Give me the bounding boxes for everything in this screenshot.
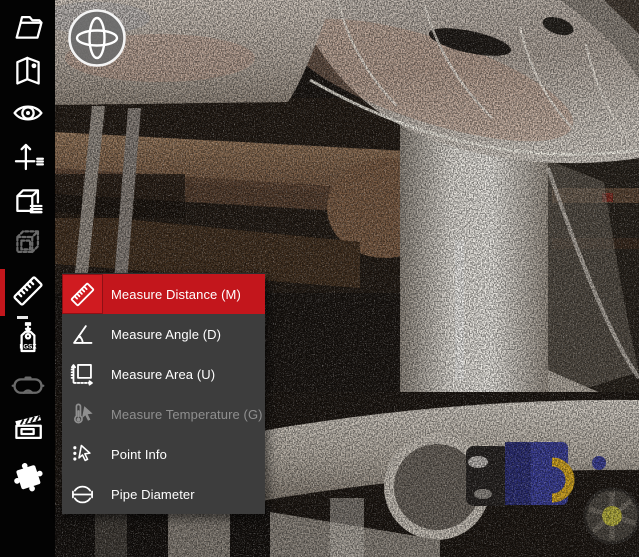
menu-item-label: Measure Temperature (G) xyxy=(111,407,263,422)
menu-item-label: Pipe Diameter xyxy=(111,487,195,502)
menu-item-point-info[interactable]: Point Info xyxy=(62,434,265,474)
cube-list-icon[interactable] xyxy=(10,183,46,219)
open-book-icon[interactable] xyxy=(10,52,46,88)
menu-item-measure-area[interactable]: Measure Area (U) xyxy=(62,354,265,394)
axis-list-icon[interactable] xyxy=(10,139,46,175)
menu-item-pipe-diameter[interactable]: Pipe Diameter xyxy=(62,474,265,514)
lgsx-tag-icon[interactable]: LGSX xyxy=(10,320,46,356)
menu-item-measure-distance[interactable]: Measure Distance (M) xyxy=(62,274,265,314)
lgsx-label: LGSX xyxy=(20,343,38,350)
ruler-icon[interactable] xyxy=(10,273,46,309)
cube-dashed-icon xyxy=(10,224,46,260)
flyout-open-indicator xyxy=(17,316,28,319)
tool-sidebar: LGSX xyxy=(0,0,55,557)
menu-item-label: Measure Area (U) xyxy=(111,367,215,382)
menu-item-label: Measure Angle (D) xyxy=(111,327,221,342)
measure-flyout-menu: Measure Distance (M) Measure Angle (D) M… xyxy=(62,273,265,514)
clapperboard-icon[interactable] xyxy=(10,410,46,446)
angle-icon xyxy=(62,314,103,354)
vr-goggles-icon xyxy=(10,367,46,403)
puzzle-icon[interactable] xyxy=(10,458,46,494)
pipe-diameter-icon xyxy=(62,474,103,514)
thermometer-cursor-icon xyxy=(62,394,103,434)
menu-item-label: Point Info xyxy=(111,447,167,462)
menu-item-measure-temperature: Measure Temperature (G) xyxy=(62,394,265,434)
eye-icon[interactable] xyxy=(10,95,46,131)
point-info-cursor-icon xyxy=(62,434,103,474)
menu-item-label: Measure Distance (M) xyxy=(111,287,241,302)
ruler-icon xyxy=(62,274,103,314)
area-icon xyxy=(62,354,103,394)
menu-item-measure-angle[interactable]: Measure Angle (D) xyxy=(62,314,265,354)
folder-open-icon[interactable] xyxy=(10,9,46,45)
active-tool-indicator xyxy=(0,269,5,316)
orbit-compass-icon[interactable] xyxy=(67,8,127,68)
